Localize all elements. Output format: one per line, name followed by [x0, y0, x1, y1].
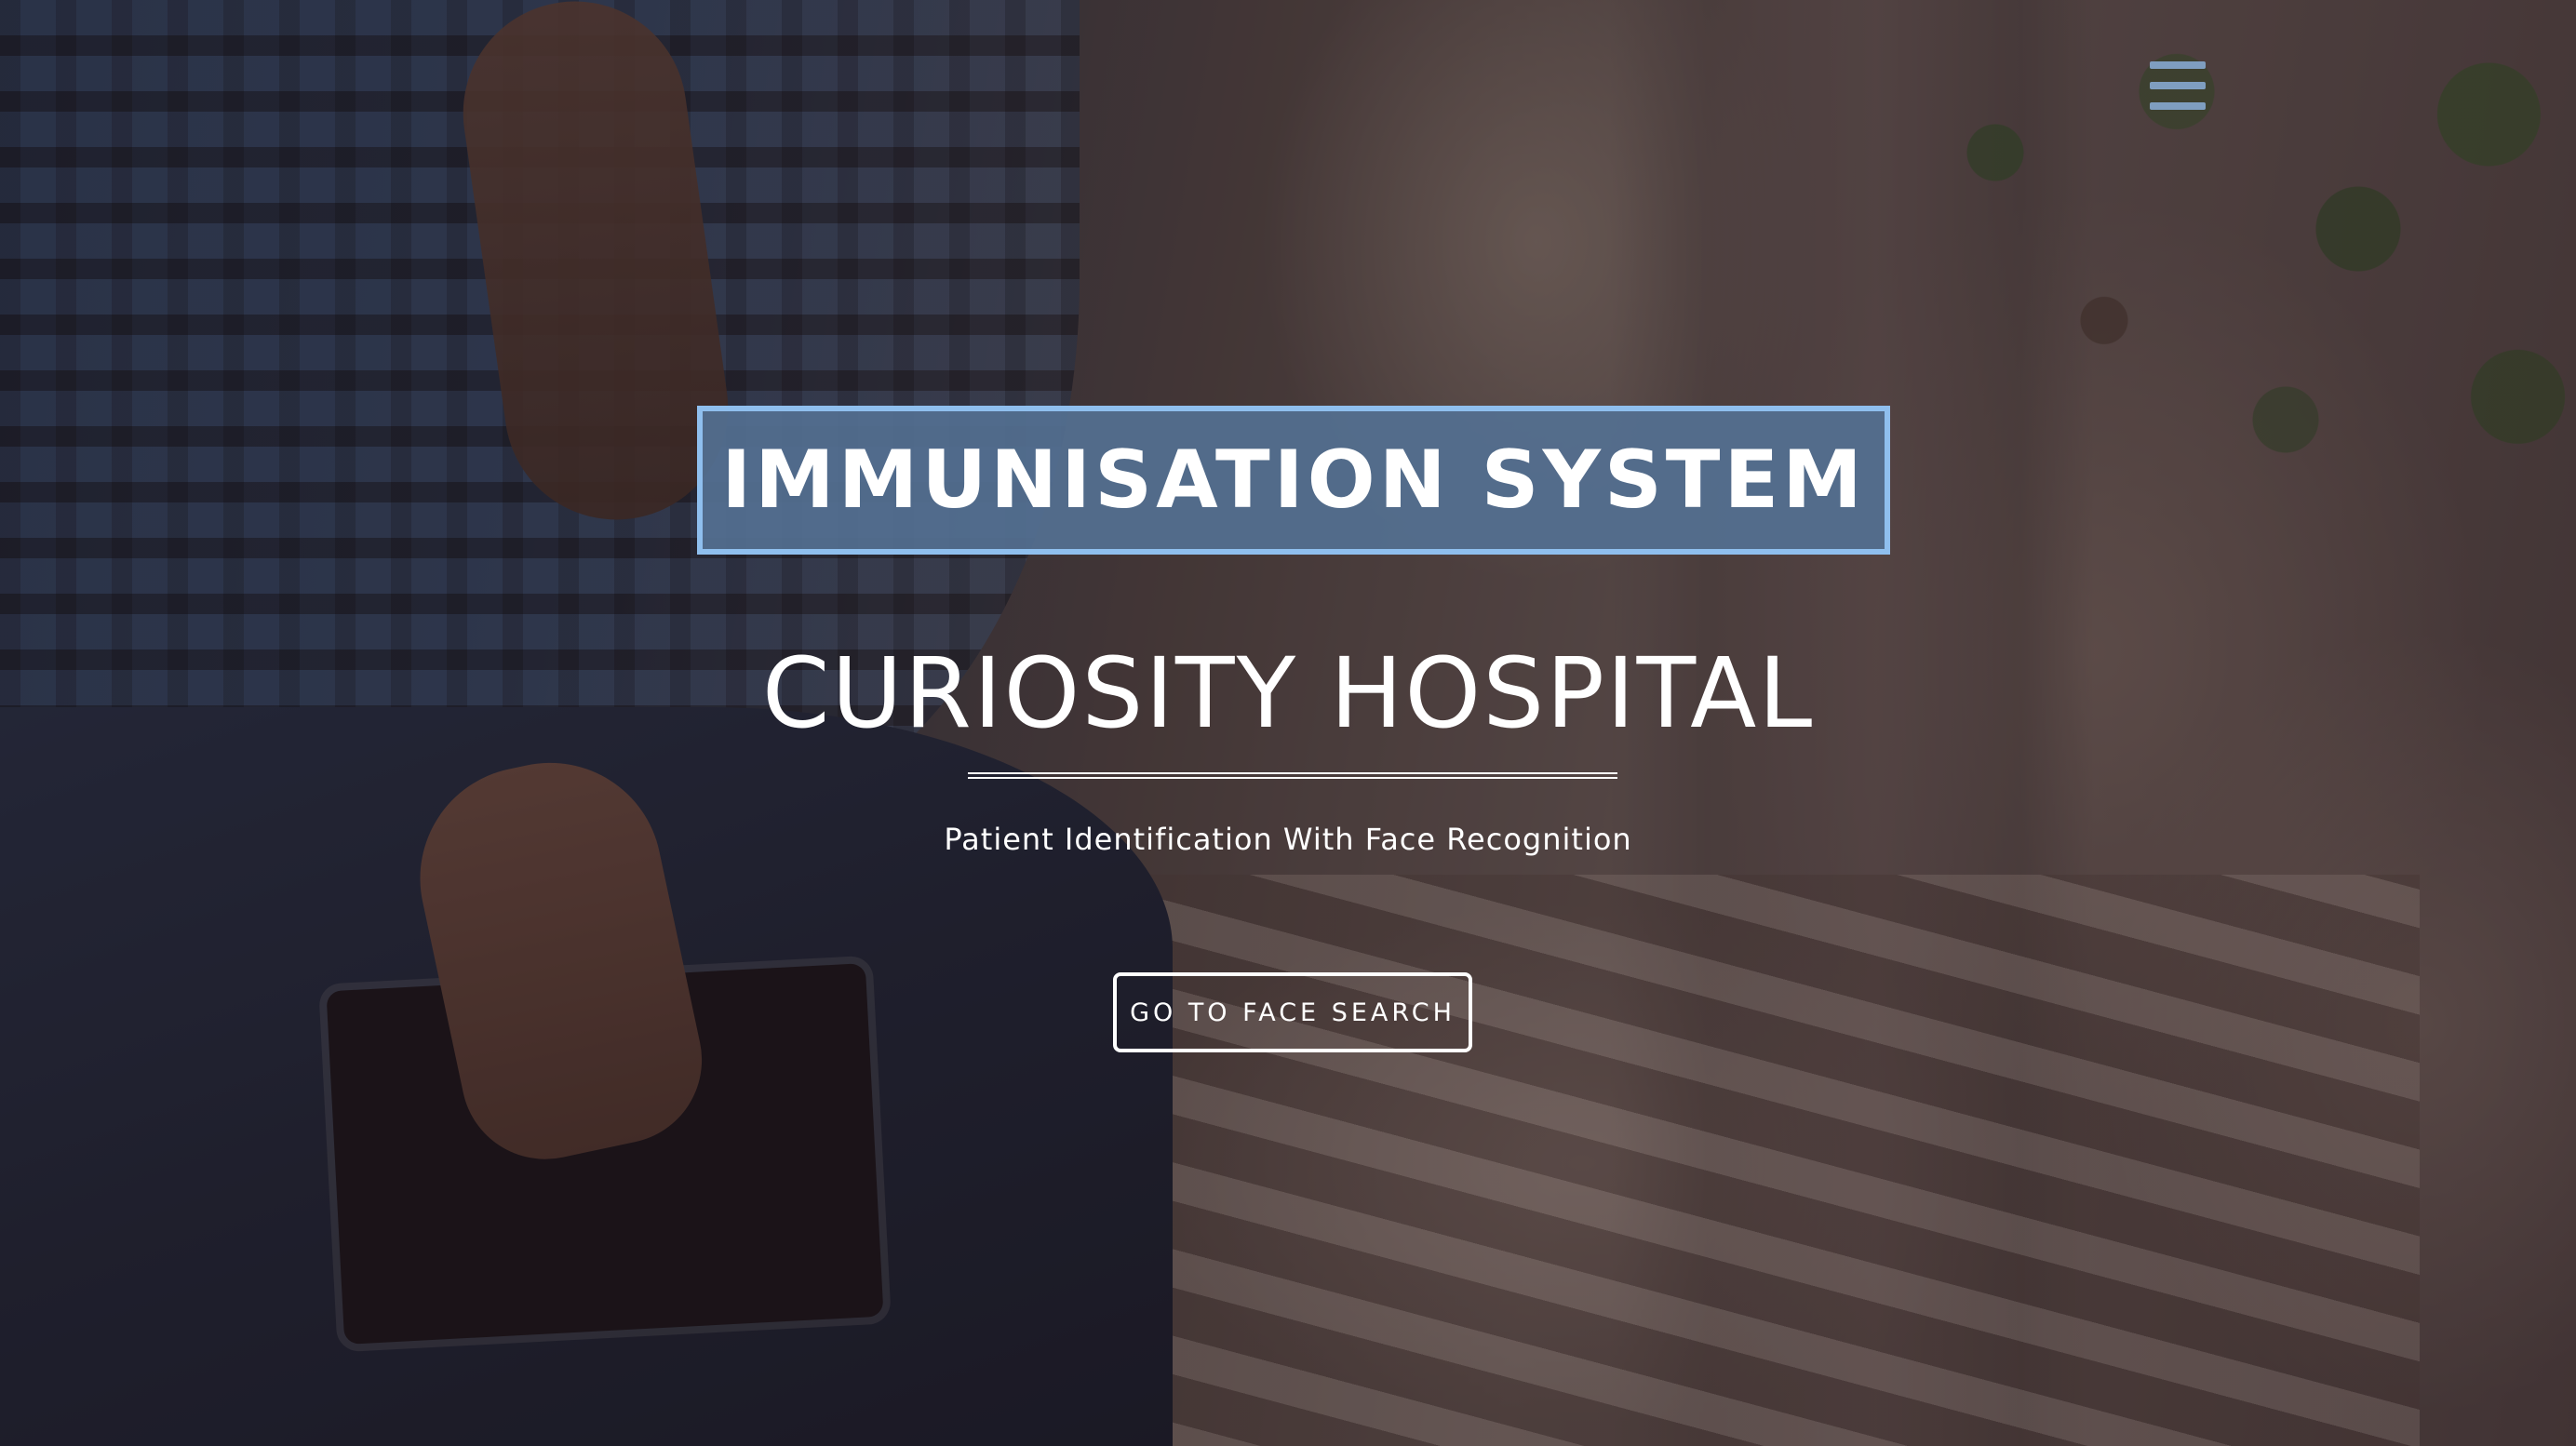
- hospital-name: CURIOSITY HOSPITAL: [761, 636, 1815, 750]
- tagline: Patient Identification With Face Recogni…: [944, 822, 1632, 857]
- hero-content: IMMUNISATION SYSTEM CURIOSITY HOSPITAL P…: [0, 0, 2576, 1446]
- double-line-divider: [968, 772, 1617, 779]
- title-box: IMMUNISATION SYSTEM: [697, 406, 1890, 555]
- page-title: IMMUNISATION SYSTEM: [721, 434, 1866, 527]
- go-to-face-search-button[interactable]: GO TO FACE SEARCH: [1113, 972, 1472, 1052]
